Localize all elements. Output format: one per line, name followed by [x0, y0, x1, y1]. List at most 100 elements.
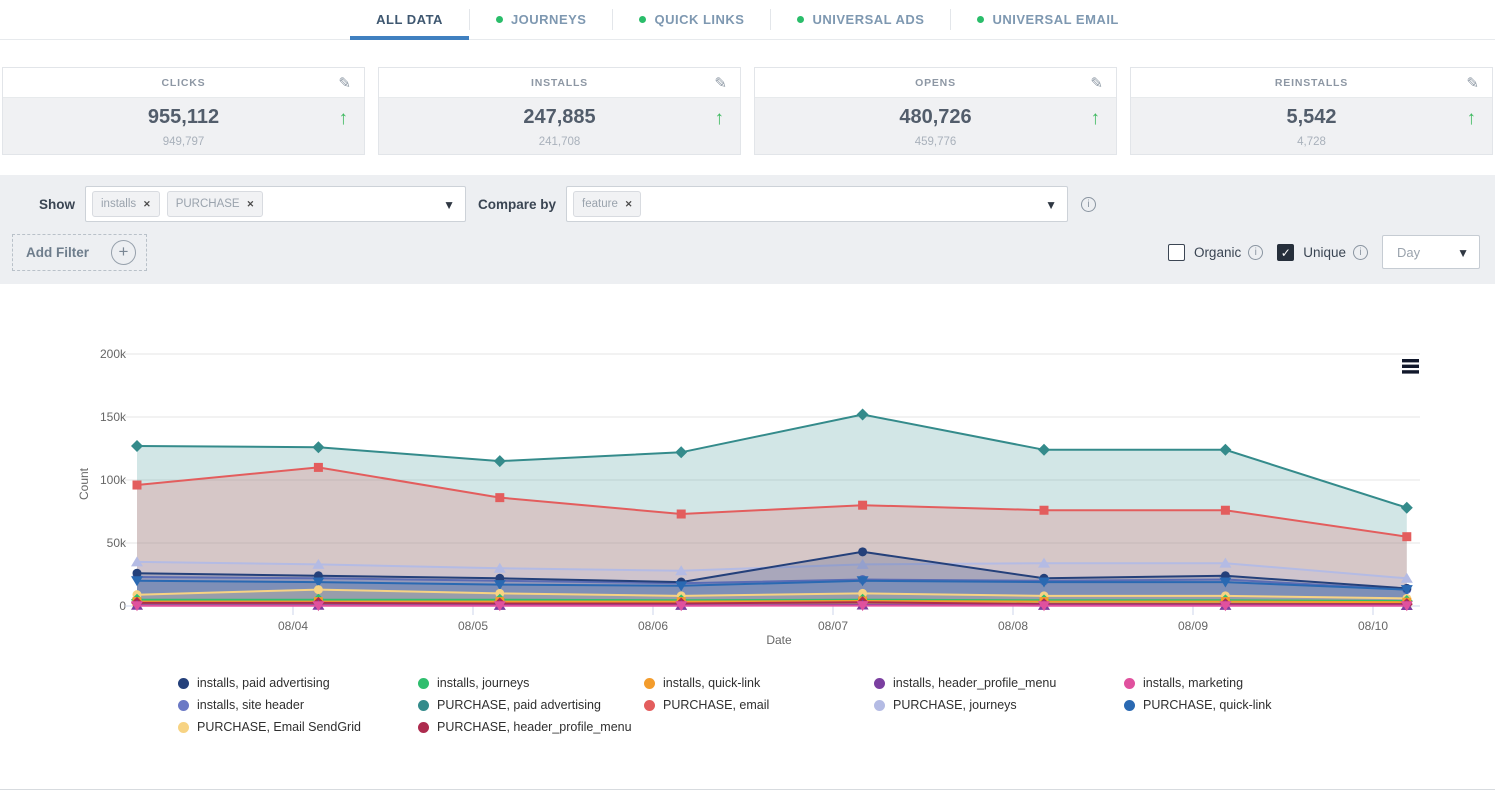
card-header: REINSTALLS ✎: [1131, 68, 1492, 98]
data-point-marker[interactable]: [858, 501, 867, 510]
chip-label: installs: [101, 198, 136, 210]
legend-item-purchase-email-sendgrid[interactable]: PURCHASE, Email SendGrid: [178, 718, 418, 736]
tab-label: JOURNEYS: [511, 12, 587, 27]
metric-previous-value: 241,708: [379, 136, 740, 148]
legend-item-installs-header-profile-menu[interactable]: installs, header_profile_menu: [874, 674, 1124, 692]
unique-checkbox[interactable]: ✓: [1277, 244, 1294, 261]
show-dropdown[interactable]: installs ✕ PURCHASE ✕ ▼: [85, 186, 466, 222]
tab-journeys[interactable]: JOURNEYS: [470, 0, 613, 39]
metric-previous-value: 459,776: [755, 136, 1116, 148]
legend-dot-icon: [418, 700, 429, 711]
data-point-marker[interactable]: [314, 463, 323, 472]
x-axis-tick-label: 08/05: [458, 619, 488, 633]
legend-dot-icon: [178, 678, 189, 689]
edit-pencil-icon[interactable]: ✎: [1090, 74, 1103, 92]
tab-quick-links[interactable]: QUICK LINKS: [613, 0, 770, 39]
info-icon[interactable]: i: [1081, 197, 1096, 212]
organic-checkbox[interactable]: [1168, 244, 1185, 261]
add-filter-button[interactable]: Add Filter +: [12, 234, 147, 271]
legend-dot-icon: [874, 700, 885, 711]
chart-context-menu-button[interactable]: [1402, 359, 1419, 374]
trend-up-arrow-icon: ↑: [715, 108, 725, 130]
y-axis-tick-label: 100k: [100, 473, 127, 487]
remove-chip-icon[interactable]: ✕: [247, 199, 255, 210]
y-axis-title: Count: [77, 467, 91, 500]
metric-previous-value: 949,797: [3, 136, 364, 148]
x-axis-tick-label: 08/07: [818, 619, 848, 633]
hamburger-menu-icon: [1402, 370, 1419, 373]
metric-previous-value: 4,728: [1131, 136, 1492, 148]
legend-label: installs, quick-link: [663, 676, 760, 690]
legend-item-purchase-email[interactable]: PURCHASE, email: [644, 696, 874, 714]
legend-label: PURCHASE, header_profile_menu: [437, 720, 632, 734]
legend-dot-icon: [418, 722, 429, 733]
legend-item-installs-marketing[interactable]: installs, marketing: [1124, 674, 1495, 692]
card-body: 5,542 4,728 ↑: [1131, 98, 1492, 154]
x-axis-tick-label: 08/08: [998, 619, 1028, 633]
chart-legend: installs, paid advertising installs, jour…: [178, 674, 1495, 736]
legend-label: PURCHASE, email: [663, 698, 769, 712]
legend-item-installs-paid-advertising[interactable]: installs, paid advertising: [178, 674, 418, 692]
legend-item-installs-journeys[interactable]: installs, journeys: [418, 674, 644, 692]
legend-item-purchase-header-profile-menu[interactable]: PURCHASE, header_profile_menu: [418, 718, 644, 736]
chip-label: feature: [582, 198, 618, 210]
trend-chart: 050k100k150k200k08/0408/0508/0608/0708/0…: [0, 334, 1495, 659]
legend-label: PURCHASE, journeys: [893, 698, 1017, 712]
filter-chip-purchase: PURCHASE ✕: [167, 191, 263, 217]
legend-dot-icon: [418, 678, 429, 689]
metric-card-opens: OPENS ✎ 480,726 459,776 ↑: [754, 67, 1117, 155]
legend-label: PURCHASE, quick-link: [1143, 698, 1272, 712]
legend-label: installs, paid advertising: [197, 676, 330, 690]
legend-dot-icon: [644, 700, 655, 711]
compare-by-dropdown[interactable]: feature ✕ ▼: [566, 186, 1068, 222]
remove-chip-icon[interactable]: ✕: [143, 199, 151, 210]
edit-pencil-icon[interactable]: ✎: [1466, 74, 1479, 92]
data-point-marker[interactable]: [677, 510, 686, 519]
info-icon[interactable]: i: [1248, 245, 1263, 260]
interval-select[interactable]: Day ▼: [1382, 235, 1480, 269]
hamburger-menu-icon: [1402, 365, 1419, 368]
tab-universal-email[interactable]: UNIVERSAL EMAIL: [951, 0, 1144, 39]
data-point-marker[interactable]: [1402, 532, 1411, 541]
legend-item-purchase-quick-link[interactable]: PURCHASE, quick-link: [1124, 696, 1495, 714]
legend-item-installs-quick-link[interactable]: installs, quick-link: [644, 674, 874, 692]
x-axis-title: Date: [766, 633, 792, 647]
metric-title: OPENS: [915, 77, 956, 89]
legend-item-installs-site-header[interactable]: installs, site header: [178, 696, 418, 714]
chevron-down-icon: ▼: [1045, 198, 1057, 212]
tab-label: UNIVERSAL EMAIL: [992, 12, 1118, 27]
legend-item-purchase-paid-advertising[interactable]: PURCHASE, paid advertising: [418, 696, 644, 714]
metric-card-installs: INSTALLS ✎ 247,885 241,708 ↑: [378, 67, 741, 155]
data-point-marker[interactable]: [858, 547, 867, 556]
tab-universal-ads[interactable]: UNIVERSAL ADS: [771, 0, 950, 39]
data-point-marker[interactable]: [314, 585, 323, 594]
data-point-marker[interactable]: [1221, 506, 1230, 515]
card-header: CLICKS ✎: [3, 68, 364, 98]
metric-cards-row: CLICKS ✎ 955,112 949,797 ↑ INSTALLS ✎ 24…: [2, 67, 1493, 155]
data-point-marker[interactable]: [495, 493, 504, 502]
legend-dot-icon: [1124, 678, 1135, 689]
legend-label: PURCHASE, Email SendGrid: [197, 720, 361, 734]
edit-pencil-icon[interactable]: ✎: [714, 74, 727, 92]
legend-item-purchase-journeys[interactable]: PURCHASE, journeys: [874, 696, 1124, 714]
hamburger-menu-icon: [1402, 359, 1419, 362]
legend-dot-icon: [178, 722, 189, 733]
info-icon[interactable]: i: [1353, 245, 1368, 260]
metric-value: 480,726: [755, 98, 1116, 129]
tab-all-data[interactable]: ALL DATA: [350, 0, 469, 39]
remove-chip-icon[interactable]: ✕: [625, 199, 633, 210]
add-filter-label: Add Filter: [26, 245, 89, 260]
metric-title: REINSTALLS: [1275, 77, 1348, 89]
y-axis-tick-label: 150k: [100, 410, 127, 424]
x-axis-tick-label: 08/06: [638, 619, 668, 633]
page-bottom-border: [0, 789, 1495, 790]
data-point-marker[interactable]: [133, 481, 142, 490]
x-axis-tick-label: 08/10: [1358, 619, 1388, 633]
active-tab-underline: [350, 36, 469, 40]
tab-label: ALL DATA: [376, 12, 443, 27]
chevron-down-icon: ▼: [1457, 246, 1469, 260]
data-point-marker[interactable]: [1040, 506, 1049, 515]
metric-value: 955,112: [3, 98, 364, 129]
legend-dot-icon: [644, 678, 655, 689]
edit-pencil-icon[interactable]: ✎: [338, 74, 351, 92]
